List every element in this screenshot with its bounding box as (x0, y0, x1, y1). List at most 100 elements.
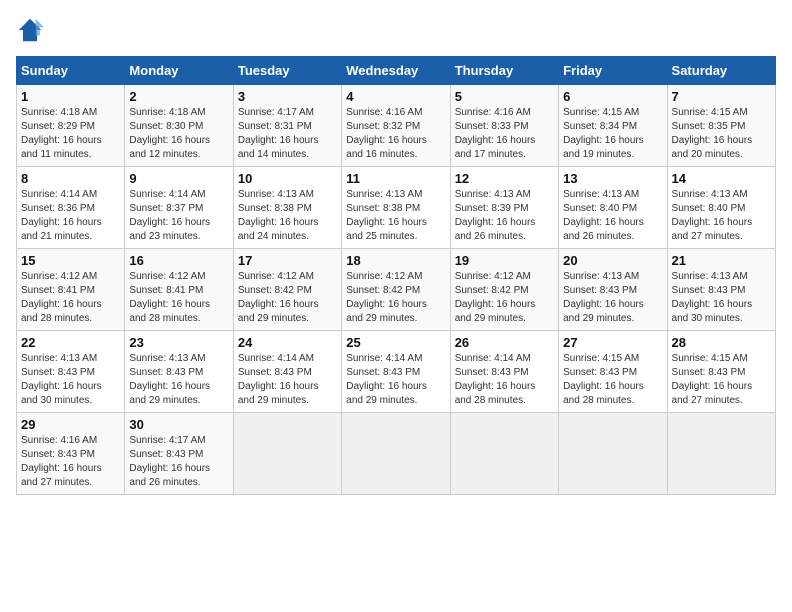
calendar-cell-4-3: 24 Sunrise: 4:14 AM Sunset: 8:43 PM Dayli… (233, 331, 341, 413)
day-info: Sunrise: 4:15 AM Sunset: 8:43 PM Dayligh… (672, 352, 771, 408)
calendar-cell-3-6: 20 Sunrise: 4:13 AM Sunset: 8:43 PM Dayli… (559, 249, 667, 331)
column-header-sunday: Sunday (17, 57, 125, 85)
day-info: Sunrise: 4:12 AM Sunset: 8:41 PM Dayligh… (21, 270, 120, 326)
column-header-thursday: Thursday (450, 57, 558, 85)
calendar-cell-3-2: 16 Sunrise: 4:12 AM Sunset: 8:41 PM Dayli… (125, 249, 233, 331)
calendar-cell-3-3: 17Sunrise: 4:12 AM Sunset: 8:42 PM Dayli… (233, 249, 341, 331)
day-info: Sunrise: 4:13 AM Sunset: 8:43 PM Dayligh… (563, 270, 662, 326)
calendar-cell-5-4 (342, 413, 450, 495)
day-info: Sunrise: 4:14 AM Sunset: 8:37 PM Dayligh… (129, 188, 228, 244)
calendar-cell-4-1: 22 Sunrise: 4:13 AM Sunset: 8:43 PM Dayli… (17, 331, 125, 413)
day-info: Sunrise: 4:13 AM Sunset: 8:43 PM Dayligh… (672, 270, 771, 326)
day-number: 22 (21, 335, 120, 350)
day-number: 30 (129, 417, 228, 432)
day-number: 15 (21, 253, 120, 268)
calendar-cell-3-7: 21 Sunrise: 4:13 AM Sunset: 8:43 PM Dayli… (667, 249, 775, 331)
day-info: Sunrise: 4:13 AM Sunset: 8:38 PM Dayligh… (346, 188, 445, 244)
day-info: Sunrise: 4:14 AM Sunset: 8:43 PM Dayligh… (455, 352, 554, 408)
calendar-cell-2-5: 12 Sunrise: 4:13 AM Sunset: 8:39 PM Dayli… (450, 167, 558, 249)
day-number: 2 (129, 89, 228, 104)
column-header-tuesday: Tuesday (233, 57, 341, 85)
day-info: Sunrise: 4:13 AM Sunset: 8:43 PM Dayligh… (129, 352, 228, 408)
day-number: 26 (455, 335, 554, 350)
day-number: 28 (672, 335, 771, 350)
day-info: Sunrise: 4:18 AM Sunset: 8:30 PM Dayligh… (129, 106, 228, 162)
calendar-cell-4-5: 26 Sunrise: 4:14 AM Sunset: 8:43 PM Dayli… (450, 331, 558, 413)
day-info: Sunrise: 4:12 AM Sunset: 8:41 PM Dayligh… (129, 270, 228, 326)
day-number: 25 (346, 335, 445, 350)
day-info: Sunrise: 4:13 AM Sunset: 8:39 PM Dayligh… (455, 188, 554, 244)
calendar-cell-5-7 (667, 413, 775, 495)
day-number: 8 (21, 171, 120, 186)
day-number: 17 (238, 253, 337, 268)
calendar-cell-4-2: 23 Sunrise: 4:13 AM Sunset: 8:43 PM Dayli… (125, 331, 233, 413)
calendar-cell-1-2: 2 Sunrise: 4:18 AM Sunset: 8:30 PM Daylig… (125, 85, 233, 167)
day-number: 23 (129, 335, 228, 350)
day-number: 21 (672, 253, 771, 268)
day-info: Sunrise: 4:12 AM Sunset: 8:42 PM Dayligh… (455, 270, 554, 326)
calendar-week-3: 15 Sunrise: 4:12 AM Sunset: 8:41 PM Dayli… (17, 249, 776, 331)
calendar-week-2: 8 Sunrise: 4:14 AM Sunset: 8:36 PM Daylig… (17, 167, 776, 249)
calendar-cell-4-6: 27 Sunrise: 4:15 AM Sunset: 8:43 PM Dayli… (559, 331, 667, 413)
calendar-cell-5-5 (450, 413, 558, 495)
calendar-cell-1-5: 5 Sunrise: 4:16 AM Sunset: 8:33 PM Daylig… (450, 85, 558, 167)
calendar-cell-2-1: 8 Sunrise: 4:14 AM Sunset: 8:36 PM Daylig… (17, 167, 125, 249)
day-info: Sunrise: 4:16 AM Sunset: 8:43 PM Dayligh… (21, 434, 120, 490)
day-number: 11 (346, 171, 445, 186)
day-info: Sunrise: 4:14 AM Sunset: 8:43 PM Dayligh… (346, 352, 445, 408)
calendar-table: SundayMondayTuesdayWednesdayThursdayFrid… (16, 56, 776, 495)
day-number: 4 (346, 89, 445, 104)
calendar-cell-1-3: 3Sunrise: 4:17 AM Sunset: 8:31 PM Daylig… (233, 85, 341, 167)
day-number: 18 (346, 253, 445, 268)
calendar-cell-4-4: 25 Sunrise: 4:14 AM Sunset: 8:43 PM Dayli… (342, 331, 450, 413)
day-info: Sunrise: 4:16 AM Sunset: 8:33 PM Dayligh… (455, 106, 554, 162)
calendar-week-4: 22 Sunrise: 4:13 AM Sunset: 8:43 PM Dayli… (17, 331, 776, 413)
day-info: Sunrise: 4:17 AM Sunset: 8:31 PM Dayligh… (238, 106, 337, 162)
day-info: Sunrise: 4:13 AM Sunset: 8:40 PM Dayligh… (672, 188, 771, 244)
day-number: 12 (455, 171, 554, 186)
day-number: 24 (238, 335, 337, 350)
day-info: Sunrise: 4:14 AM Sunset: 8:36 PM Dayligh… (21, 188, 120, 244)
logo (16, 16, 48, 44)
day-number: 7 (672, 89, 771, 104)
day-info: Sunrise: 4:18 AM Sunset: 8:29 PM Dayligh… (21, 106, 120, 162)
day-number: 1 (21, 89, 120, 104)
column-header-wednesday: Wednesday (342, 57, 450, 85)
calendar-cell-5-1: 29 Sunrise: 4:16 AM Sunset: 8:43 PM Dayli… (17, 413, 125, 495)
day-number: 29 (21, 417, 120, 432)
day-number: 5 (455, 89, 554, 104)
day-info: Sunrise: 4:13 AM Sunset: 8:38 PM Dayligh… (238, 188, 337, 244)
calendar-cell-2-6: 13 Sunrise: 4:13 AM Sunset: 8:40 PM Dayli… (559, 167, 667, 249)
calendar-cell-4-7: 28 Sunrise: 4:15 AM Sunset: 8:43 PM Dayli… (667, 331, 775, 413)
day-number: 6 (563, 89, 662, 104)
calendar-cell-2-3: 10Sunrise: 4:13 AM Sunset: 8:38 PM Dayli… (233, 167, 341, 249)
calendar-cell-2-4: 11 Sunrise: 4:13 AM Sunset: 8:38 PM Dayli… (342, 167, 450, 249)
day-number: 27 (563, 335, 662, 350)
calendar-cell-5-6 (559, 413, 667, 495)
page-header (16, 16, 776, 44)
column-header-monday: Monday (125, 57, 233, 85)
day-number: 16 (129, 253, 228, 268)
column-header-saturday: Saturday (667, 57, 775, 85)
calendar-cell-1-1: 1 Sunrise: 4:18 AM Sunset: 8:29 PM Daylig… (17, 85, 125, 167)
calendar-cell-2-2: 9 Sunrise: 4:14 AM Sunset: 8:37 PM Daylig… (125, 167, 233, 249)
day-number: 14 (672, 171, 771, 186)
day-number: 20 (563, 253, 662, 268)
day-info: Sunrise: 4:15 AM Sunset: 8:35 PM Dayligh… (672, 106, 771, 162)
calendar-cell-3-5: 19 Sunrise: 4:12 AM Sunset: 8:42 PM Dayli… (450, 249, 558, 331)
calendar-week-1: 1 Sunrise: 4:18 AM Sunset: 8:29 PM Daylig… (17, 85, 776, 167)
calendar-cell-5-2: 30Sunrise: 4:17 AM Sunset: 8:43 PM Dayli… (125, 413, 233, 495)
day-info: Sunrise: 4:16 AM Sunset: 8:32 PM Dayligh… (346, 106, 445, 162)
day-info: Sunrise: 4:13 AM Sunset: 8:43 PM Dayligh… (21, 352, 120, 408)
calendar-cell-1-6: 6Sunrise: 4:15 AM Sunset: 8:34 PM Daylig… (559, 85, 667, 167)
calendar-week-5: 29 Sunrise: 4:16 AM Sunset: 8:43 PM Dayli… (17, 413, 776, 495)
day-info: Sunrise: 4:13 AM Sunset: 8:40 PM Dayligh… (563, 188, 662, 244)
day-number: 19 (455, 253, 554, 268)
day-info: Sunrise: 4:14 AM Sunset: 8:43 PM Dayligh… (238, 352, 337, 408)
calendar-cell-5-3 (233, 413, 341, 495)
calendar-cell-1-7: 7 Sunrise: 4:15 AM Sunset: 8:35 PM Daylig… (667, 85, 775, 167)
calendar-header-row: SundayMondayTuesdayWednesdayThursdayFrid… (17, 57, 776, 85)
day-number: 13 (563, 171, 662, 186)
day-info: Sunrise: 4:15 AM Sunset: 8:43 PM Dayligh… (563, 352, 662, 408)
day-number: 9 (129, 171, 228, 186)
